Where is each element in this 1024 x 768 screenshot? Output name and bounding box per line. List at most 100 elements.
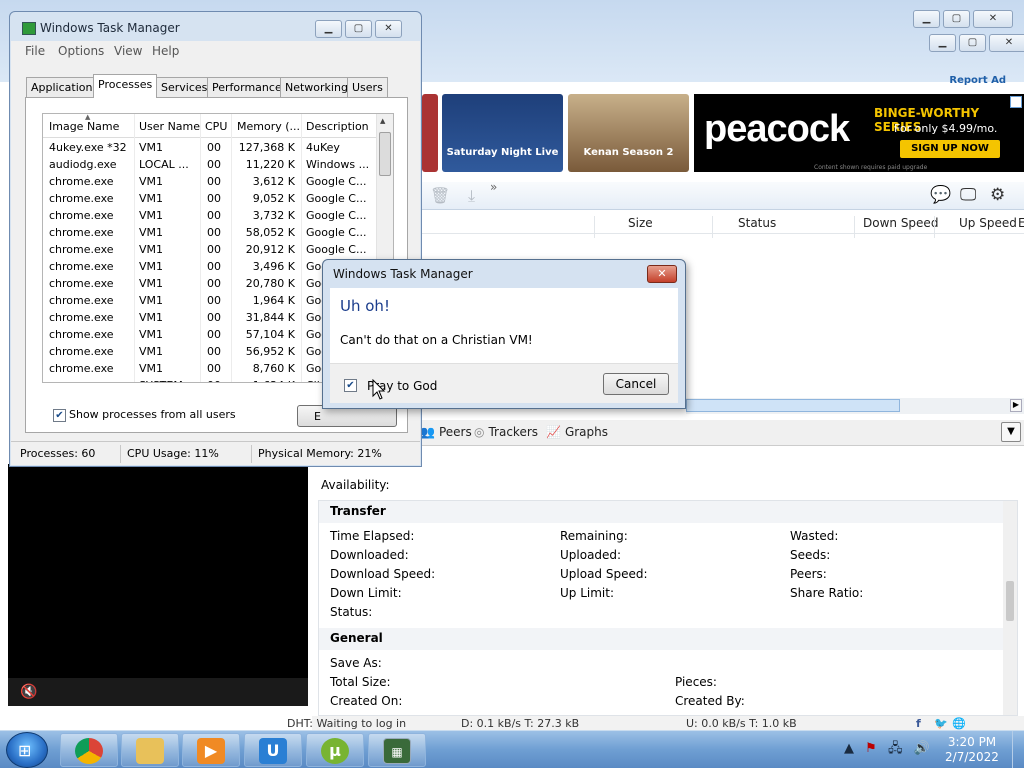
tab-services[interactable]: Services [156,77,213,97]
network-icon[interactable]: 🖧 [888,741,903,756]
show-desktop-button[interactable] [1012,731,1024,768]
monitor-icon[interactable]: 🖵 [960,185,976,205]
outer-minimize-button[interactable]: ▁ [913,10,940,28]
tab-peers[interactable]: 👥 Peers [420,425,472,439]
process-row[interactable]: 4ukey.exe *32 VM1 00 127,368 K 4uKey [43,139,377,156]
process-row[interactable]: chrome.exe VM1 00 58,052 K Google C... [43,224,377,241]
process-row[interactable]: chrome.exe VM1 00 3,612 K Google C... [43,173,377,190]
col-cpu[interactable]: CPU [205,120,227,133]
col-user-name[interactable]: User Name [139,120,200,133]
tab-networking[interactable]: Networking [280,77,353,97]
twitter-icon[interactable]: 🐦 [934,717,948,730]
process-vscroll-thumb[interactable] [379,132,391,176]
col-image-name[interactable]: Image Name [49,120,119,133]
ad-banner[interactable]: Saturday Night Live Kenan Season 2 peaco… [422,90,1024,176]
ad-thumb-kenan[interactable]: Kenan Season 2 [568,94,689,172]
column-size[interactable]: Size [628,216,653,230]
process-cpu: 00 [207,277,221,290]
col-separator[interactable] [594,216,595,238]
taskbar-chrome[interactable] [60,733,118,767]
ad-peacock[interactable]: peacock BINGE-WORTHY SERIES For only $4.… [694,94,1024,172]
report-ad-link[interactable]: Report Ad [949,75,1006,86]
process-description: Google C... [306,243,367,256]
tab-users[interactable]: Users [347,77,388,97]
tab-processes[interactable]: Processes [93,74,158,98]
chat-icon[interactable]: 💬 [930,185,951,205]
tab-applications[interactable]: Applications [26,77,104,97]
col-separator[interactable] [712,216,713,238]
remove-torrent-icon[interactable]: 🗑 [430,186,450,205]
process-cpu: 00 [207,260,221,273]
status-label: Status: [330,605,373,619]
process-row[interactable]: chrome.exe VM1 00 9,052 K Google C... [43,190,377,207]
outer-close-button[interactable]: ✕ [973,10,1013,28]
menu-view[interactable]: View [114,44,142,58]
toolbar-overflow-icon[interactable]: » [490,180,497,194]
torrent-list-hscrollbar[interactable]: ▶ [686,398,1024,414]
details-vscrollbar[interactable] [1003,501,1017,715]
menu-file[interactable]: File [25,44,45,58]
col-description[interactable]: Description [306,120,369,133]
globe-icon[interactable]: 🌐 [952,717,966,730]
menu-options[interactable]: Options [58,44,104,58]
process-memory: 31,844 K [245,311,295,324]
tm-minimize-button[interactable]: ▁ [315,20,342,38]
col-separator[interactable] [854,216,855,238]
utorrent-close-button[interactable]: ✕ [989,34,1024,52]
mute-icon[interactable]: 🔇 [20,684,37,700]
process-memory: 11,220 K [245,158,295,171]
save-as-label: Save As: [330,656,382,670]
utorrent-maximize-button[interactable]: ▢ [959,34,986,52]
column-up-speed[interactable]: Up Speed [959,216,1017,230]
taskbar-clock[interactable]: 3:20 PM 2/7/2022 [940,735,1004,765]
col-memory[interactable]: Memory (... [237,120,300,133]
taskbar-4ukey[interactable]: U [244,733,302,767]
hscroll-thumb[interactable] [686,399,900,412]
download-icon[interactable]: ⤓ [468,186,475,206]
tab-trackers[interactable]: ◎ Trackers [474,425,538,439]
column-extra[interactable]: E [1018,216,1024,230]
tab-graphs[interactable]: 📈 Graphs [546,425,608,439]
column-status[interactable]: Status [738,216,776,230]
pieces-label: Pieces: [675,675,717,689]
process-row[interactable]: chrome.exe VM1 00 20,912 K Google C... [43,241,377,258]
utorrent-minimize-button[interactable]: ▁ [929,34,956,52]
menu-help[interactable]: Help [152,44,179,58]
tab-trackers-label: Trackers [488,425,539,439]
column-down-speed[interactable]: Down Speed [863,216,938,230]
process-cpu: 00 [207,226,221,239]
outer-maximize-button[interactable]: ▢ [943,10,970,28]
tm-close-button[interactable]: ✕ [375,20,402,38]
settings-gear-icon[interactable]: ⚙ [990,185,1005,205]
taskbar-task-manager[interactable]: ▦ [368,733,426,767]
tray-expand-icon[interactable]: ▲ [844,741,854,756]
process-user-name: VM1 [139,226,164,239]
tab-performance[interactable]: Performance [207,77,287,97]
details-vscroll-thumb[interactable] [1006,581,1014,621]
volume-icon[interactable]: 🔊 [914,741,930,756]
scroll-up-arrow[interactable]: ▲ [380,117,385,125]
ad-thumb-snl[interactable]: Saturday Night Live [442,94,563,172]
hscroll-right-arrow[interactable]: ▶ [1010,399,1022,412]
dialog-close-button[interactable]: ✕ [647,265,677,283]
process-cpu: 00 [207,209,221,222]
tm-maximize-button[interactable]: ▢ [345,20,372,38]
adchoices-icon[interactable] [1010,96,1022,108]
taskbar-media-player[interactable]: ▶ [182,733,240,767]
process-row[interactable]: audiodg.exe LOCAL ... 00 11,220 K Windows ..… [43,156,377,173]
media-player-icon: ▶ [197,738,225,764]
collapse-details-button[interactable]: ▼ [1001,422,1021,442]
start-button[interactable]: ⊞ [6,732,48,768]
col-separator[interactable] [934,216,935,238]
taskbar-utorrent[interactable]: µ [306,733,364,767]
pray-to-god-checkbox[interactable]: ✔ [344,379,357,392]
cancel-button[interactable]: Cancel [603,373,669,395]
ad-signup-button[interactable]: SIGN UP NOW [900,140,1000,158]
facebook-icon[interactable]: f [916,717,921,730]
process-row[interactable]: chrome.exe VM1 00 3,732 K Google C... [43,207,377,224]
show-all-users-checkbox[interactable]: ✔ [53,409,66,422]
process-image-name: chrome.exe [49,260,114,273]
process-image-name: chrome.exe [49,328,114,341]
action-center-flag-icon[interactable]: ⚑ [865,741,877,756]
taskbar-explorer[interactable] [121,733,179,767]
